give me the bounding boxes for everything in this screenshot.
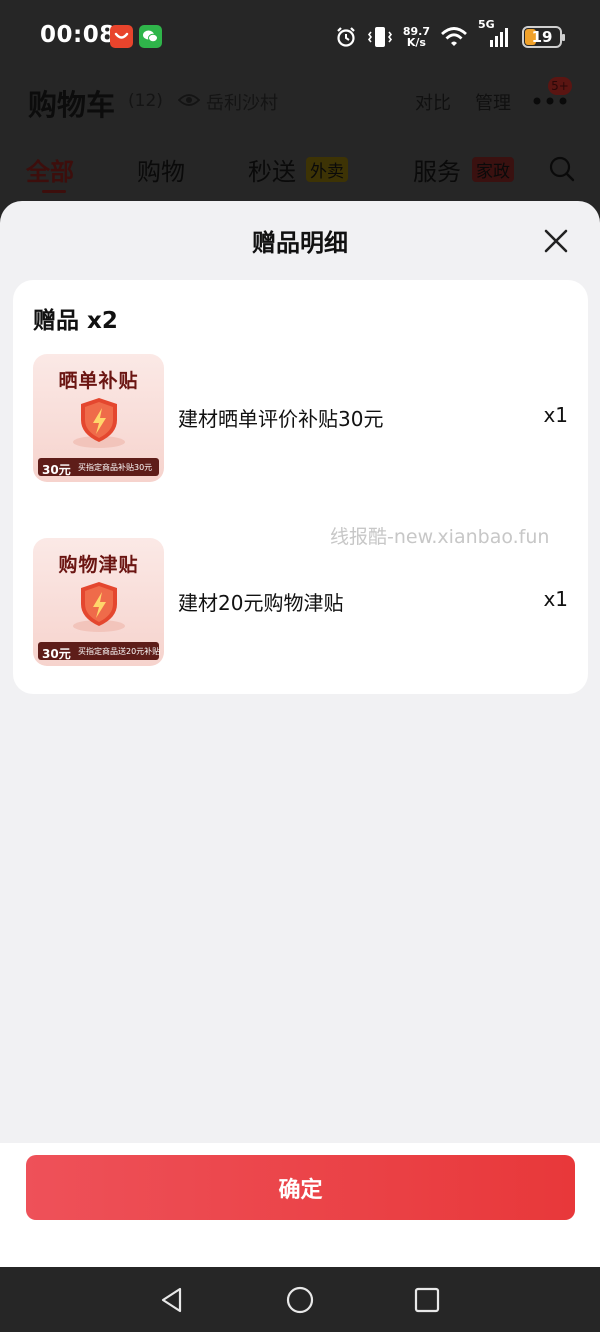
compare-button[interactable]: 对比	[415, 89, 451, 115]
thumb-title: 购物津贴	[58, 554, 139, 576]
cart-title: 购物车	[28, 88, 116, 122]
notification-app-icon	[110, 25, 133, 48]
gift-quantity: x1	[543, 587, 568, 611]
gift-thumbnail: 晒单补贴 30元 买指定商品补贴30元	[33, 354, 164, 482]
nav-back-icon[interactable]	[157, 1285, 187, 1315]
confirm-button[interactable]: 确定	[26, 1155, 575, 1220]
gift-quantity: x1	[543, 403, 568, 427]
wifi-icon	[441, 27, 467, 46]
location-selector[interactable]: 岳利沙村	[206, 89, 278, 115]
battery-level: 19	[531, 28, 553, 46]
thumb-note: 买指定商品送20元补贴	[78, 647, 161, 656]
thumb-strip: 30元 买指定商品补贴30元	[38, 458, 159, 477]
tab-service[interactable]: 服务	[413, 152, 461, 187]
sheet-footer: 确定	[0, 1143, 600, 1267]
status-indicators: 89.7 K/s 5G 19	[335, 18, 565, 52]
tab-instant[interactable]: 秒送	[248, 152, 296, 187]
nav-recents-icon[interactable]	[412, 1285, 442, 1315]
gift-thumbnail: 购物津贴 30元 买指定商品送20元补贴	[33, 538, 164, 666]
more-icon[interactable]	[533, 97, 567, 105]
gift-details-sheet: 赠品明细 赠品 x2 晒单补贴 30元 买指定商品补贴30元 建材晒单评价补贴3…	[0, 201, 600, 1267]
gift-name: 建材晒单评价补贴30元	[178, 407, 384, 431]
tab-service-tag: 家政	[472, 157, 514, 182]
more-badge: 5+	[548, 77, 572, 95]
battery-icon: 19	[522, 26, 565, 48]
thumb-strip: 30元 买指定商品送20元补贴	[38, 642, 161, 661]
signal-icon	[490, 28, 508, 47]
thumb-title: 晒单补贴	[58, 370, 139, 392]
thumb-amount: 30元	[42, 463, 71, 477]
cart-tabs: 全部 购物 秒送 外卖 服务 家政	[0, 152, 600, 196]
gift-list-card: 赠品 x2 晒单补贴 30元 买指定商品补贴30元 建材晒单评价补贴30元 x1	[13, 280, 588, 694]
manage-button[interactable]: 管理	[475, 89, 511, 115]
shield-icon	[73, 582, 125, 632]
status-time: 00:08	[40, 22, 116, 48]
search-icon[interactable]	[548, 155, 576, 183]
tab-active-indicator	[42, 190, 66, 193]
gift-section-heading: 赠品 x2	[33, 308, 118, 334]
cart-header: 购物车 (12) 岳利沙村 对比 管理 5+ 全部 购物 秒送 外卖 服务 家政	[0, 72, 600, 202]
system-nav-bar	[0, 1267, 600, 1332]
thumb-amount: 30元	[42, 647, 71, 661]
gift-item: 购物津贴 30元 买指定商品送20元补贴 建材20元购物津贴 x1	[33, 538, 568, 666]
cart-count: (12)	[128, 91, 163, 111]
shield-icon	[73, 398, 125, 448]
sheet-title: 赠品明细	[252, 229, 348, 257]
gift-name: 建材20元购物津贴	[178, 591, 344, 615]
wechat-icon	[139, 25, 162, 48]
tab-instant-tag: 外卖	[306, 157, 348, 182]
status-bar: 00:08 89.7 K/s 5G 19	[0, 0, 600, 72]
tab-all[interactable]: 全部	[26, 152, 74, 187]
vibrate-icon	[367, 27, 392, 47]
gift-item: 晒单补贴 30元 买指定商品补贴30元 建材晒单评价补贴30元 x1	[33, 354, 568, 482]
signal-indicator: 5G	[478, 18, 512, 48]
close-icon[interactable]	[538, 223, 574, 259]
alarm-icon	[337, 27, 355, 47]
speed-unit: K/s	[406, 36, 426, 49]
thumb-note: 买指定商品补贴30元	[78, 463, 153, 472]
eye-icon	[178, 94, 200, 106]
tab-shopping[interactable]: 购物	[137, 152, 185, 187]
nav-home-icon[interactable]	[285, 1285, 315, 1315]
network-speed: 89.7 K/s	[403, 26, 430, 48]
